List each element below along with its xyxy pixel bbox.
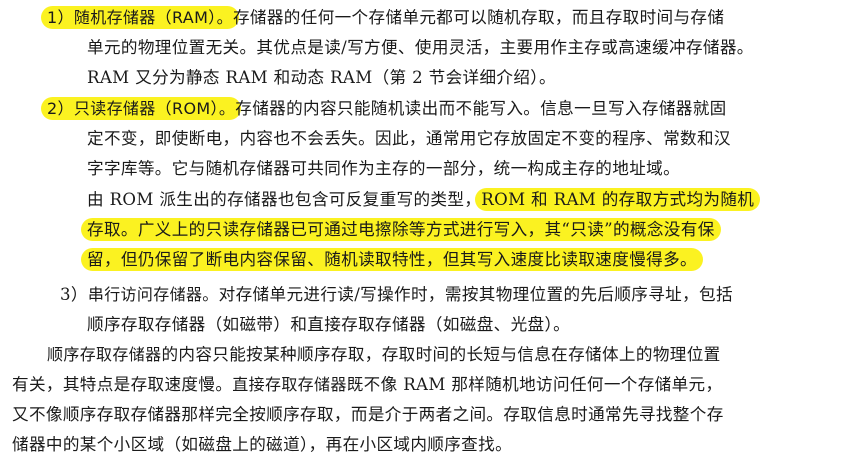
item2-para2-line2: 存取。广义上的只读存储器已可通过电擦除等方式进行写入，其“只读”的概念没有保 xyxy=(81,215,721,245)
para-line2: 有关，其特点是存取速度慢。直接存取存储器既不像 RAM 那样随机地访问任何一个存… xyxy=(12,370,722,400)
para-term-direct: 直接存取存储器 xyxy=(232,375,347,394)
item2-line1-text: 存储器的内容只能随机读出而不能写入。信息一旦写入存储器就固 xyxy=(235,99,727,118)
item2-para2-highlight-c: 留，但仍保留了断电内容保留、随机读取特性，但其写入速度比读取速度慢得多。 xyxy=(81,248,703,271)
item2-para2-line1: 由 ROM 派生出的存储器也包含可反复重写的类型，ROM 和 RAM 的存取方式… xyxy=(87,185,761,215)
item2-para2-plain: 由 ROM 派生出的存储器也包含可反复重写的类型， xyxy=(87,190,482,209)
item2-title-highlight: 2）只读存储器（ROM）。 xyxy=(41,97,242,120)
para-line2-text-a: 有关，其特点是存取速度慢。 xyxy=(12,375,233,394)
para-line1-text: 的内容只能按某种顺序存取，存取时间的长短与信息在存储体上的物理位置 xyxy=(161,345,721,364)
item3-line1-text: 对存储单元进行读/写操作时，需按其物理位置的先后顺序寻址，包括 xyxy=(218,285,733,304)
item2-line2: 定不变，即使断电，内容也不会丢失。因此，通常用它存放固定不变的程序、常数和汉 xyxy=(87,129,731,148)
item3-line1: 3）串行访问存储器。对存储单元进行读/写操作时，需按其物理位置的先后顺序寻址，包… xyxy=(60,280,733,310)
item1-line1: 1）随机存储器（RAM）。存储器的任何一个存储单元都可以随机存取，而且存取时间与… xyxy=(41,3,725,33)
item2-para2-highlight-a: ROM 和 RAM 的存取方式均为随机 xyxy=(475,188,761,211)
document-page: 1）随机存储器（RAM）。存储器的任何一个存储单元都可以随机存取，而且存取时间与… xyxy=(0,0,863,464)
item2-para2-line3: 留，但仍保留了断电内容保留、随机读取特性，但其写入速度比读取速度慢得多。 xyxy=(81,245,703,275)
item1-line3: RAM 又分为静态 RAM 和动态 RAM（第 2 节会详细介绍）。 xyxy=(87,68,556,87)
item3-number: 3） xyxy=(60,285,88,304)
item2-para2-highlight-b: 存取。广义上的只读存储器已可通过电擦除等方式进行写入，其“只读”的概念没有保 xyxy=(81,218,721,241)
para-line4: 储器中的某个小区域（如磁盘上的磁道），再在小区域内顺序查找。 xyxy=(12,435,513,454)
para-term-sequential: 顺序存取存储器 xyxy=(47,345,162,364)
item1-title-highlight: 1）随机存储器（RAM）。 xyxy=(41,6,239,29)
para-line1: 顺序存取存储器的内容只能按某种顺序存取，存取时间的长短与信息在存储体上的物理位置 xyxy=(47,340,721,370)
item1-line2: 单元的物理位置无关。其优点是读/写方便、使用灵活，主要用作主存或高速缓冲存储器。 xyxy=(87,38,754,57)
para-line2-text-b: 既不像 RAM 那样随机地访问任何一个存储单元， xyxy=(346,375,723,394)
item2-line3: 字字库等。它与随机存储器可共同作为主存的一部分，统一构成主存的地址域。 xyxy=(87,159,681,178)
item3-line2: 顺序存取存储器（如磁带）和直接存取存储器（如磁盘、光盘）。 xyxy=(87,315,571,334)
para-line3: 又不像顺序存取存储器那样完全按顺序存取，而是介于两者之间。存取信息时通常先寻找整… xyxy=(12,405,724,424)
item3-title: 串行访问存储器。 xyxy=(87,285,219,304)
item2-line1: 2）只读存储器（ROM）。存储器的内容只能随机读出而不能写入。信息一旦写入存储器… xyxy=(41,94,727,124)
item1-line1-text: 存储器的任何一个存储单元都可以随机存取，而且存取时间与存储 xyxy=(232,8,725,27)
